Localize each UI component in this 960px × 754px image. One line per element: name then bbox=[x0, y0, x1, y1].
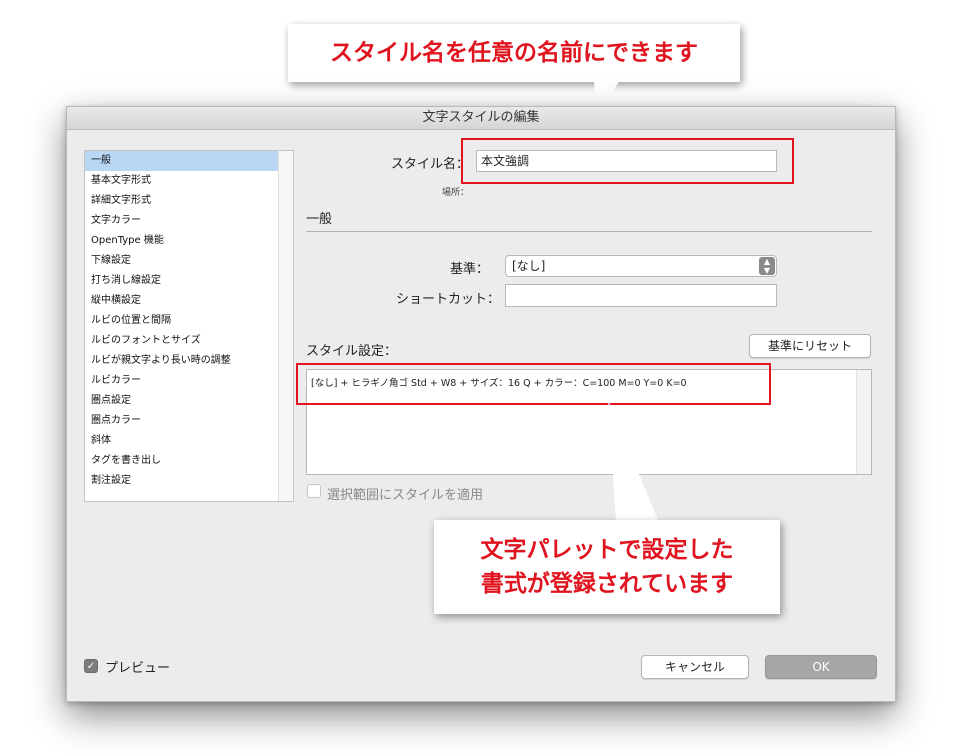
sidebar-item[interactable]: ルビが親文字より長い時の調整 bbox=[85, 351, 293, 371]
shortcut-input[interactable] bbox=[505, 284, 777, 307]
sidebar-item[interactable]: ルビカラー bbox=[85, 371, 293, 391]
based-on-value: [なし] bbox=[512, 259, 546, 273]
sidebar-item[interactable]: 打ち消し線設定 bbox=[85, 271, 293, 291]
apply-style-label: 選択範囲にスタイルを適用 bbox=[327, 488, 484, 503]
based-on-label: 基準： bbox=[450, 262, 490, 277]
cancel-button[interactable]: キャンセル bbox=[641, 655, 749, 679]
based-on-select[interactable]: [なし] ▲ ▼ bbox=[505, 255, 777, 277]
sidebar-item[interactable]: 圏点設定 bbox=[85, 391, 293, 411]
sidebar-item[interactable]: 圏点カラー bbox=[85, 411, 293, 431]
preview-label: プレビュー bbox=[105, 661, 171, 676]
preview-checkbox[interactable]: ✓ bbox=[84, 659, 98, 673]
callout-style-settings-line2: 書式が登録されています bbox=[480, 571, 734, 597]
category-list: 一般 基本文字形式 詳細文字形式 文字カラー OpenType 機能 下線設定 打ち消し線設… bbox=[84, 150, 294, 502]
sidebar-item[interactable]: ルビの位置と間隔 bbox=[85, 311, 293, 331]
dialog-titlebar: 文字スタイルの編集 bbox=[67, 107, 895, 130]
dialog-title: 文字スタイルの編集 bbox=[422, 110, 540, 125]
sidebar-item[interactable]: 斜体 bbox=[85, 431, 293, 451]
reset-to-base-label: 基準にリセット bbox=[767, 339, 852, 353]
checkmark-icon: ✓ bbox=[86, 661, 96, 672]
ok-label: OK bbox=[812, 660, 830, 674]
section-divider bbox=[306, 231, 872, 232]
sidebar-item[interactable]: 文字カラー bbox=[85, 211, 293, 231]
sidebar-item[interactable]: OpenType 機能 bbox=[85, 231, 293, 251]
callout-style-name: スタイル名を任意の名前にできます bbox=[288, 24, 740, 82]
section-title: 一般 bbox=[306, 212, 333, 227]
style-settings-scrollbar[interactable] bbox=[856, 370, 871, 474]
ok-button[interactable]: OK bbox=[765, 655, 877, 679]
callout-style-settings: 文字パレットで設定した 書式が登録されています bbox=[434, 520, 780, 614]
callout-pointer-bottom bbox=[608, 400, 658, 520]
reset-to-base-button[interactable]: 基準にリセット bbox=[749, 334, 871, 358]
sidebar-item[interactable]: 詳細文字形式 bbox=[85, 191, 293, 211]
category-list-scrollbar[interactable] bbox=[278, 151, 293, 501]
sidebar-item[interactable]: ルビのフォントとサイズ bbox=[85, 331, 293, 351]
style-name-label: スタイル名： bbox=[391, 157, 470, 172]
cancel-label: キャンセル bbox=[664, 660, 725, 674]
highlight-style-name bbox=[461, 138, 794, 184]
style-settings-label: スタイル設定： bbox=[306, 344, 398, 359]
sidebar-item[interactable]: タグを書き出し bbox=[85, 451, 293, 471]
shortcut-label: ショートカット： bbox=[396, 292, 501, 307]
callout-style-name-text: スタイル名を任意の名前にできます bbox=[330, 40, 698, 66]
sidebar-item[interactable]: 一般 bbox=[85, 151, 293, 171]
sidebar-item[interactable]: 基本文字形式 bbox=[85, 171, 293, 191]
sidebar-item[interactable]: 割注設定 bbox=[85, 471, 293, 491]
apply-style-checkbox[interactable] bbox=[307, 484, 321, 498]
sidebar-item[interactable]: 下線設定 bbox=[85, 251, 293, 271]
location-label: 場所： bbox=[442, 188, 470, 198]
sidebar-item[interactable]: 縦中横設定 bbox=[85, 291, 293, 311]
highlight-style-settings bbox=[296, 363, 771, 405]
chevron-updown-icon: ▲ ▼ bbox=[759, 257, 775, 275]
callout-style-settings-line1: 文字パレットで設定した bbox=[480, 537, 734, 563]
